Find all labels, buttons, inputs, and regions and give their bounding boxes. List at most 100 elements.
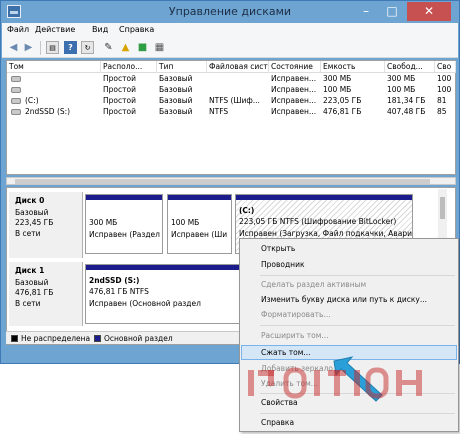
drive-icon — [11, 98, 21, 104]
cell-status: Исправен... — [271, 107, 317, 116]
legend-swatch-unallocated — [11, 335, 18, 342]
partition-label: 2ndSSD (S:) — [89, 276, 140, 285]
partition-size: 100 МБ — [171, 218, 200, 227]
cell-layout: Простой — [103, 85, 136, 94]
legend-label-primary: Основной раздел — [104, 334, 173, 343]
menu-view[interactable]: Вид — [92, 25, 108, 34]
cell-free-pct: 81 — [437, 96, 447, 105]
folder-icon[interactable]: ✎ — [102, 41, 115, 54]
column-header-status[interactable]: Состояние — [269, 61, 321, 73]
cell-layout: Простой — [103, 96, 136, 105]
cell-free: 300 МБ — [387, 74, 416, 83]
menu-item-mark-active[interactable]: Сделать раздел активным — [261, 280, 366, 289]
cell-capacity: 300 МБ — [323, 74, 352, 83]
menu-file[interactable]: Файл — [7, 25, 29, 34]
help-icon[interactable]: ? — [64, 41, 77, 54]
horizontal-scrollbar[interactable] — [6, 177, 456, 185]
partition-bar — [236, 195, 412, 200]
legend-swatch-primary — [94, 335, 101, 342]
settings-icon[interactable]: ▦ — [153, 41, 166, 54]
column-header-free[interactable]: Свобод... — [385, 61, 435, 73]
cell-free: 407,48 ГБ — [387, 107, 426, 116]
cell-free-pct: 85 — [437, 107, 447, 116]
cell-status: Исправен... — [271, 85, 317, 94]
disk-0-type: Базовый — [15, 208, 49, 217]
disk-1-size: 476,81 ГБ — [15, 288, 54, 297]
cell-layout: Простой — [103, 74, 136, 83]
disk-1-type: Базовый — [15, 278, 49, 287]
column-header-capacity[interactable]: Емкость — [321, 61, 385, 73]
forward-icon[interactable]: ▶ — [22, 41, 35, 54]
partition-disk0-300mb[interactable]: 300 МБ Исправен (Раздел — [85, 194, 163, 254]
disk-0-name: Диск 0 — [15, 196, 45, 205]
partition-disk0-100mb[interactable]: 100 МБ Исправен (Ши — [167, 194, 232, 254]
menu-separator — [260, 275, 455, 276]
column-header-filesystem[interactable]: Файловая система — [207, 61, 269, 73]
cell-layout: Простой — [103, 107, 136, 116]
cell-free-pct: 100 — [437, 74, 452, 83]
disk-icon[interactable]: ■ — [136, 41, 149, 54]
cell-volume: 2ndSSD (S:) — [25, 107, 71, 116]
scrollbar-thumb[interactable] — [15, 179, 430, 184]
menu-item-format[interactable]: Форматировать... — [261, 310, 331, 319]
menu-item-change-letter[interactable]: Изменить букву диска или путь к диску... — [261, 295, 427, 304]
column-header-layout[interactable]: Располо... — [101, 61, 157, 73]
partition-status: Исправен (Раздел — [89, 230, 160, 239]
cell-status: Исправен... — [271, 74, 317, 83]
cell-type: Базовый — [159, 85, 193, 94]
menu-item-open[interactable]: Открыть — [261, 244, 295, 253]
scrollbar-thumb[interactable] — [440, 197, 445, 219]
cell-free-pct: 100 — [437, 85, 452, 94]
cell-status: Исправен... — [271, 96, 317, 105]
watermark-logo — [248, 367, 422, 399]
minimize-button[interactable]: – — [353, 2, 379, 21]
cell-type: Базовый — [159, 107, 193, 116]
legend-label-unallocated: Не распределена — [21, 334, 91, 343]
menu-help[interactable]: Справка — [119, 25, 154, 34]
partition-label: (C:) — [239, 206, 255, 215]
cell-free: 100 МБ — [387, 85, 416, 94]
cell-type: Базовый — [159, 74, 193, 83]
disk-0-size: 223,45 ГБ — [15, 218, 54, 227]
disk-0-status: В сети — [15, 229, 41, 238]
open-icon[interactable]: ▲ — [119, 41, 132, 54]
refresh-icon[interactable]: ↻ — [81, 41, 94, 54]
partition-status: Исправен (Ши — [171, 230, 228, 239]
volume-list: Том Располо... Тип Файловая система Сост… — [6, 60, 456, 175]
menu-item-help[interactable]: Справка — [261, 418, 294, 427]
cell-capacity: 100 МБ — [323, 85, 352, 94]
partition-bar — [168, 195, 231, 200]
disk-1-info[interactable]: Диск 1 Базовый 476,81 ГБ В сети — [9, 262, 83, 326]
partition-status: Исправен (Основной раздел — [89, 299, 201, 308]
menu-item-shrink[interactable]: Сжать том... — [261, 348, 311, 357]
column-header-free-pct[interactable]: Сво — [435, 61, 456, 73]
drive-icon — [11, 87, 21, 93]
menu-item-explorer[interactable]: Проводник — [261, 260, 305, 269]
disk-1-status: В сети — [15, 299, 41, 308]
close-button[interactable]: ✕ — [407, 2, 451, 21]
menu-bar: Файл Действие Вид Справка — [2, 23, 458, 38]
toolbar-separator — [40, 41, 41, 55]
toolbar: ◀ ▶ ▤ ? ↻ ✎ ▲ ■ ▦ — [2, 38, 458, 58]
partition-status: Исправен (Загрузка, Файл подкачки, Авари — [239, 229, 412, 238]
cell-filesystem: NTFS — [209, 107, 229, 116]
menu-item-extend[interactable]: Расширить том... — [261, 331, 329, 340]
partition-size: 476,81 ГБ NTFS — [89, 287, 149, 296]
column-header-type[interactable]: Тип — [157, 61, 207, 73]
drive-icon — [11, 109, 21, 115]
menu-action[interactable]: Действие — [35, 25, 75, 34]
properties-icon[interactable]: ▤ — [46, 41, 59, 54]
menu-separator — [260, 413, 455, 414]
disk-1-name: Диск 1 — [15, 266, 45, 275]
column-header-volume[interactable]: Том — [7, 61, 101, 73]
back-icon[interactable]: ◀ — [7, 41, 20, 54]
drive-icon — [11, 76, 21, 82]
disk-0-info[interactable]: Диск 0 Базовый 223,45 ГБ В сети — [9, 192, 83, 258]
cell-free: 181,34 ГБ — [387, 96, 426, 105]
maximize-button[interactable]: □ — [379, 2, 405, 21]
cell-volume: (C:) — [25, 96, 39, 105]
cell-capacity: 476,81 ГБ — [323, 107, 362, 116]
partition-bar — [86, 195, 162, 200]
cell-type: Базовый — [159, 96, 193, 105]
partition-size: 223,05 ГБ NTFS (Шифрование BitLocker) — [239, 217, 397, 226]
